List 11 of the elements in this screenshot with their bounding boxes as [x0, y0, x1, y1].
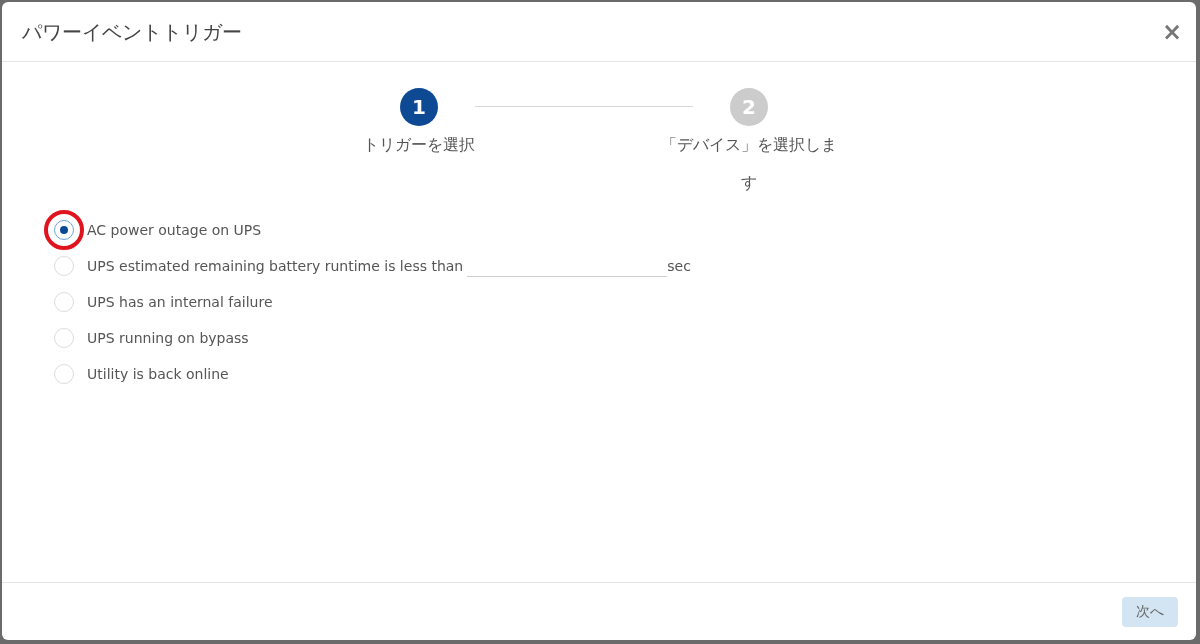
option-label: UPS estimated remaining battery runtime is less than: [87, 256, 464, 276]
dialog-title: パワーイベントトリガー: [22, 18, 242, 46]
step-label: トリガーを選択: [362, 134, 476, 156]
option-label: Utility is back online: [87, 364, 229, 384]
option-label: UPS has an internal failure: [87, 292, 273, 312]
option-label: UPS running on bypass: [87, 328, 249, 348]
step-label: 「デバイス」を選択します: [660, 134, 838, 194]
option-label: AC power outage on UPS: [87, 220, 262, 240]
unit-label: sec: [667, 256, 691, 276]
step-number: 1: [400, 88, 438, 126]
close-button[interactable]: ×: [1161, 19, 1182, 44]
